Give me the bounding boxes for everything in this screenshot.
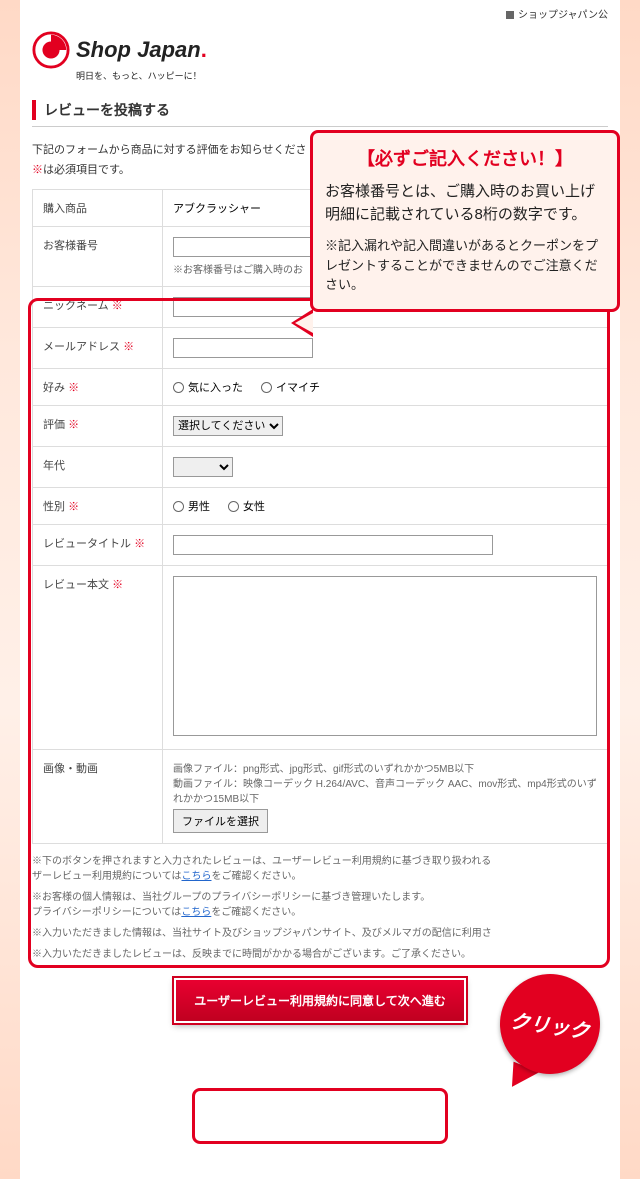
pref-option-dislike[interactable]: イマイチ: [261, 379, 320, 395]
radio-icon: [173, 382, 184, 393]
label-preference: 好み ※: [33, 369, 163, 406]
pref-option-like[interactable]: 気に入った: [173, 379, 243, 395]
brand-name: Shop Japan: [76, 37, 201, 62]
radio-icon: [173, 501, 184, 512]
callout-title: 【必ずご記入ください！】: [325, 145, 605, 171]
callout-note: ※記入漏れや記入間違いがあるとクーポンをプレゼントすることができませんのでご注意…: [325, 236, 605, 295]
terms-link[interactable]: こちら: [182, 871, 212, 882]
label-nickname: ニックネーム ※: [33, 287, 163, 328]
radio-icon: [228, 501, 239, 512]
customer-no-input[interactable]: [173, 237, 313, 257]
media-help-1: 画像ファイル：png形式、jpg形式、gif形式のいずれかかつ5MB以下: [173, 760, 597, 775]
label-customer-no: お客様番号: [33, 227, 163, 287]
email-input[interactable]: [173, 338, 313, 358]
label-review-title: レビュータイトル ※: [33, 525, 163, 566]
rating-select[interactable]: 選択してください: [173, 416, 283, 436]
callout-box: 【必ずご記入ください！】 お客様番号とは、ご購入時のお買い上げ明細に記載されてい…: [310, 130, 620, 312]
label-review-body: レビュー本文 ※: [33, 566, 163, 750]
media-help-2: 動画ファイル：映像コーデック H.264/AVC、音声コーデック AAC、mov…: [173, 775, 597, 805]
submit-button[interactable]: ユーザーレビュー利用規約に同意して次へ進む: [174, 978, 465, 1023]
topbar-link[interactable]: ショップジャパン公: [518, 10, 608, 21]
callout-pointer-icon: [291, 309, 313, 337]
logo-icon: [32, 31, 70, 69]
topbar: ショップジャパン公: [32, 0, 608, 27]
divider: [32, 126, 608, 127]
label-age: 年代: [33, 447, 163, 488]
age-select[interactable]: [173, 457, 233, 477]
label-rating: 評価 ※: [33, 406, 163, 447]
page-title: レビューを投稿する: [32, 100, 608, 120]
click-bubble-label: クリック: [494, 968, 607, 1081]
label-gender: 性別 ※: [33, 488, 163, 525]
brand-tagline: 明日を、もっと、ハッピーに！: [76, 69, 608, 82]
gender-option-male[interactable]: 男性: [173, 498, 210, 514]
callout-body: お客様番号とは、ご購入時のお買い上げ明細に記載されている8桁の数字です。: [325, 181, 605, 226]
notes-block: ※下のボタンを押されますと入力されたレビューは、ユーザーレビュー利用規約に基づき…: [32, 854, 608, 962]
label-email: メールアドレス ※: [33, 328, 163, 369]
privacy-link[interactable]: こちら: [181, 907, 211, 918]
brand-dot: .: [201, 37, 207, 62]
review-body-textarea[interactable]: [173, 576, 597, 736]
square-icon: [506, 11, 514, 19]
radio-icon: [261, 382, 272, 393]
review-title-input[interactable]: [173, 535, 493, 555]
label-media: 画像・動画: [33, 750, 163, 844]
click-bubble: クリック: [500, 974, 610, 1084]
file-select-button[interactable]: ファイルを選択: [173, 809, 268, 833]
gender-option-female[interactable]: 女性: [228, 498, 265, 514]
label-product: 購入商品: [33, 190, 163, 227]
